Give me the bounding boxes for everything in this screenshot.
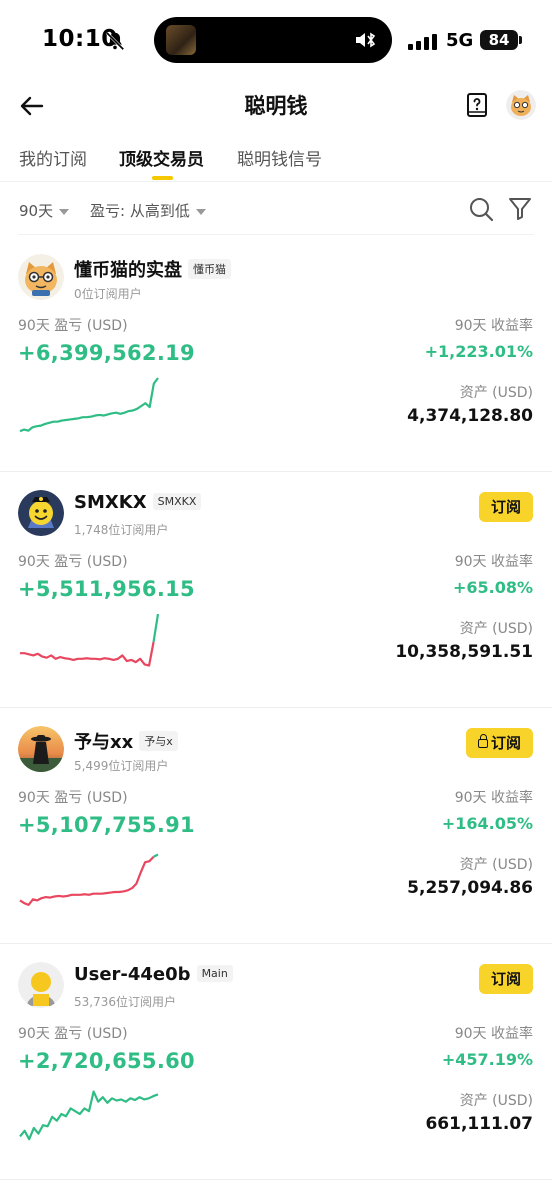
trader-avatar xyxy=(18,726,64,772)
pnl-value: +6,399,562.19 xyxy=(18,341,195,365)
subscribe-label: 订阅 xyxy=(490,498,521,516)
subscribe-label: 订阅 xyxy=(490,734,521,752)
trader-card[interactable]: SMXKX SMXKX 1,748位订阅用户 订阅 90天 盈亏 (USD) +5… xyxy=(0,472,552,708)
sparkline-series xyxy=(19,377,159,433)
assets-label: 资产 (USD) xyxy=(459,385,533,401)
pnl-label: 90天 盈亏 (USD) xyxy=(18,790,128,806)
trader-card[interactable]: User-44e0b Main 53,736位订阅用户 订阅 90天 盈亏 (US… xyxy=(0,944,552,1180)
cellular-signal-icon xyxy=(408,34,437,50)
trader-name[interactable]: SMXKX SMXKX xyxy=(74,492,202,513)
subscribe-locked-button[interactable]: 订阅 xyxy=(465,728,533,758)
trader-name-text: 予与xx xyxy=(74,732,134,753)
pnl-sparkline xyxy=(19,853,159,906)
battery-tip xyxy=(519,36,522,44)
trader-card[interactable]: 予与xx 予与x 5,499位订阅用户 订阅 90天 盈亏 (USD) +5,10… xyxy=(0,708,552,944)
roi-label: 90天 收益率 xyxy=(454,790,533,806)
trader-avatar xyxy=(18,962,64,1008)
assets-label: 资产 (USD) xyxy=(459,857,533,873)
trader-name[interactable]: 懂币猫的实盘 懂币猫 xyxy=(74,256,231,282)
trader-tag: Main xyxy=(196,965,233,982)
trader-avatar xyxy=(18,254,64,300)
subscriber-count: 5,499位订阅用户 xyxy=(74,759,169,773)
sparkline-series-gain xyxy=(152,613,160,643)
now-playing-thumbnail xyxy=(166,25,196,55)
network-type: 5G xyxy=(446,30,474,51)
battery-icon: 84 xyxy=(480,30,518,50)
trader-tag: 予与x xyxy=(139,731,178,751)
sort-value: 盈亏: 从高到低 xyxy=(90,202,190,220)
subscriber-count: 53,736位订阅用户 xyxy=(74,995,176,1009)
roi-value: +164.05% xyxy=(441,814,533,833)
tab-bar: 我的订阅 顶级交易员 聪明钱信号 xyxy=(0,140,552,182)
pnl-label: 90天 盈亏 (USD) xyxy=(18,1026,128,1042)
chevron-down-icon xyxy=(195,208,206,215)
filter-bar: 90天 盈亏: 从高到低 xyxy=(0,188,552,235)
roi-value: +1,223.01% xyxy=(424,342,533,361)
pnl-label: 90天 盈亏 (USD) xyxy=(18,318,128,334)
trader-card[interactable]: 懂币猫的实盘 懂币猫 0位订阅用户 90天 盈亏 (USD) +6,399,562… xyxy=(0,236,552,472)
period-dropdown[interactable]: 90天 xyxy=(19,200,70,221)
pnl-value: +2,720,655.60 xyxy=(18,1049,195,1073)
tab-my-subscriptions[interactable]: 我的订阅 xyxy=(19,145,87,170)
subscriber-count: 1,748位订阅用户 xyxy=(74,523,169,537)
sparkline-series-gain xyxy=(153,853,159,858)
help-book-icon[interactable] xyxy=(465,92,489,118)
user-avatar[interactable] xyxy=(506,90,536,120)
assets-label: 资产 (USD) xyxy=(459,621,533,637)
tab-top-traders[interactable]: 顶级交易员 xyxy=(119,145,204,170)
app-header: 聪明钱 xyxy=(0,80,552,132)
search-icon[interactable] xyxy=(468,196,494,222)
filter-funnel-icon[interactable] xyxy=(508,196,532,222)
pnl-sparkline xyxy=(19,377,159,433)
roi-label: 90天 收益率 xyxy=(454,1026,533,1042)
divider xyxy=(0,1179,552,1180)
sort-dropdown[interactable]: 盈亏: 从高到低 xyxy=(90,200,206,221)
trader-name-text: User-44e0b xyxy=(74,964,191,985)
assets-value: 10,358,591.51 xyxy=(395,642,533,662)
dynamic-island[interactable] xyxy=(154,17,392,63)
roi-value: +65.08% xyxy=(452,578,533,597)
tab-smart-money-signals[interactable]: 聪明钱信号 xyxy=(237,145,322,170)
roi-label: 90天 收益率 xyxy=(454,554,533,570)
subscriber-count: 0位订阅用户 xyxy=(74,287,142,301)
battery-level: 84 xyxy=(488,31,510,49)
pnl-value: +5,511,956.15 xyxy=(18,577,195,601)
subscribe-label: 订阅 xyxy=(490,970,521,988)
pnl-value: +5,107,755.91 xyxy=(18,813,195,837)
trader-tag: 懂币猫 xyxy=(188,259,231,279)
roi-value: +457.19% xyxy=(441,1050,533,1069)
active-tab-indicator xyxy=(152,176,173,180)
chevron-down-icon xyxy=(59,208,70,215)
assets-label: 资产 (USD) xyxy=(459,1093,533,1109)
lock-icon xyxy=(477,734,488,748)
subscribe-button[interactable]: 订阅 xyxy=(478,964,533,994)
audio-bluetooth-icon xyxy=(356,32,376,48)
period-value: 90天 xyxy=(19,202,54,220)
status-bar: 10:10 5G 84 xyxy=(0,0,552,80)
subscribe-button[interactable]: 订阅 xyxy=(478,492,533,522)
bell-muted-icon xyxy=(105,31,125,51)
trader-name-text: 懂币猫的实盘 xyxy=(74,260,182,281)
assets-value: 4,374,128.80 xyxy=(407,406,533,426)
trader-avatar xyxy=(18,490,64,536)
assets-value: 661,111.07 xyxy=(425,1114,533,1134)
sparkline-series-loss xyxy=(20,641,155,667)
trader-name[interactable]: User-44e0b Main xyxy=(74,964,233,985)
sparkline-series xyxy=(19,1090,159,1141)
trader-name-text: SMXKX xyxy=(74,492,147,513)
pnl-label: 90天 盈亏 (USD) xyxy=(18,554,128,570)
pnl-sparkline xyxy=(20,613,160,667)
assets-value: 5,257,094.86 xyxy=(407,878,533,898)
trader-name[interactable]: 予与xx 予与x xyxy=(74,728,178,754)
pnl-sparkline xyxy=(19,1090,159,1141)
trader-tag: SMXKX xyxy=(152,493,202,510)
roi-label: 90天 收益率 xyxy=(454,318,533,334)
divider xyxy=(18,234,534,235)
sparkline-series-loss xyxy=(19,855,155,906)
